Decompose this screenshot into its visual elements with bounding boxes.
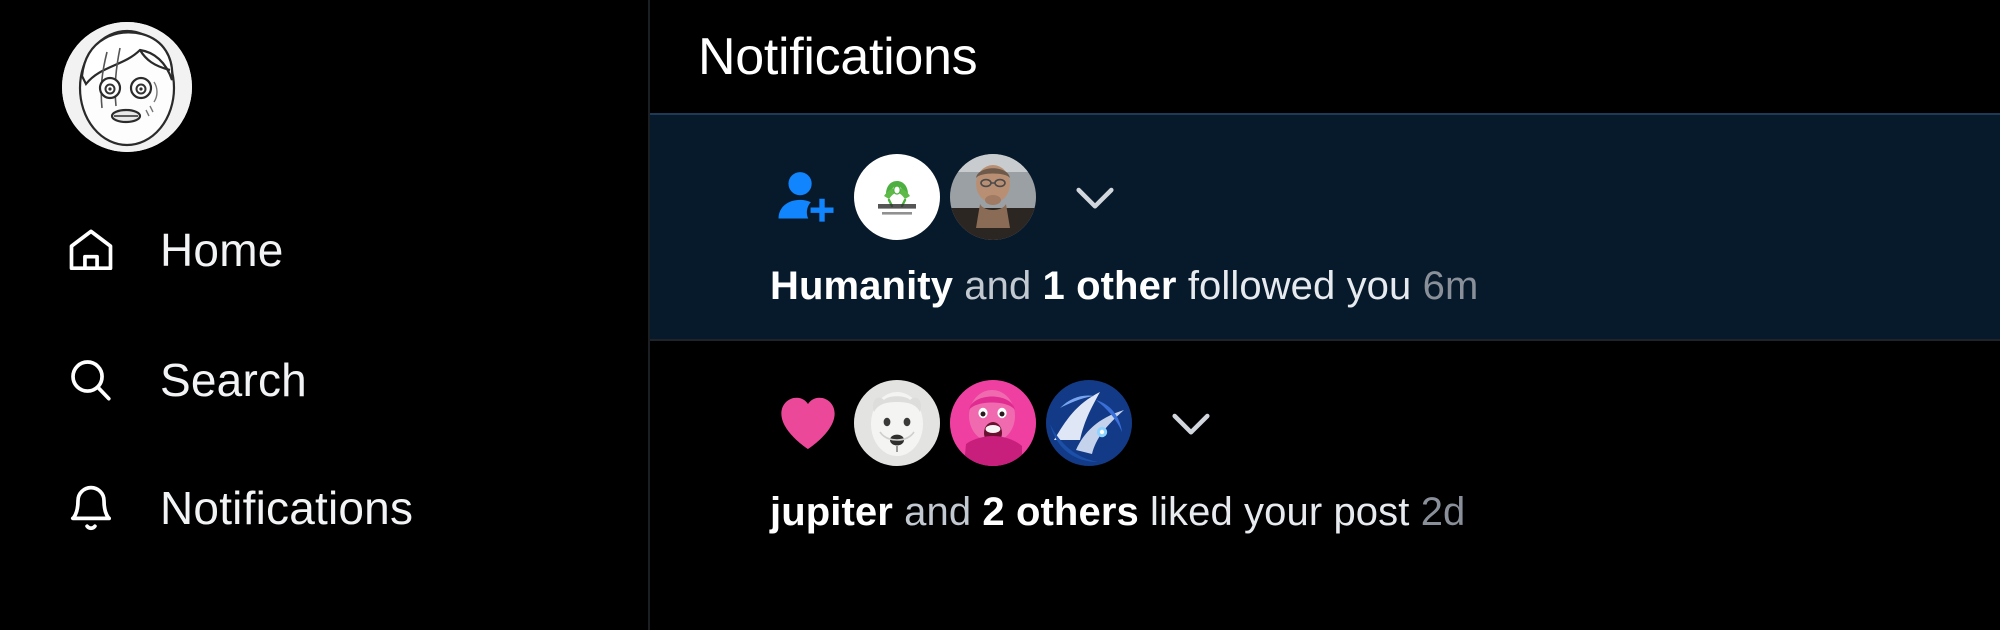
actor-avatar-second-follower[interactable] <box>950 154 1036 240</box>
bell-icon <box>62 479 120 537</box>
manga-avatar-image <box>62 22 192 152</box>
sidebar-item-home[interactable]: Home <box>62 215 284 285</box>
main-column: Notifications Humanity and 1 other follo… <box>650 0 2000 630</box>
chevron-down-icon[interactable] <box>1156 388 1226 458</box>
action-label: liked your post <box>1150 490 1410 534</box>
actor-name[interactable]: jupiter <box>770 490 893 534</box>
conjunction-label: and <box>964 264 1032 308</box>
actor-avatar-jupiter[interactable] <box>854 380 940 466</box>
actor-avatars <box>854 154 1046 240</box>
sidebar-item-notifications[interactable]: Notifications <box>62 473 413 543</box>
search-icon <box>62 351 120 409</box>
others-count[interactable]: 2 others <box>982 490 1138 534</box>
notification-icons-row <box>770 153 2000 241</box>
notification-text-like: jupiter and 2 others liked your post 2d <box>770 489 2000 535</box>
actor-name[interactable]: Humanity <box>770 264 953 308</box>
actor-avatars <box>854 380 1142 466</box>
notification-icons-row <box>770 379 2000 467</box>
actor-avatar-pink-person[interactable] <box>950 380 1036 466</box>
timestamp: 6m <box>1422 264 1479 308</box>
timestamp: 2d <box>1420 490 1466 534</box>
page-header: Notifications <box>650 0 2000 113</box>
home-icon <box>62 221 120 279</box>
sidebar-item-label-home: Home <box>160 224 284 276</box>
conjunction-label: and <box>904 490 972 534</box>
chevron-down-icon[interactable] <box>1060 162 1130 232</box>
notification-item-like[interactable]: jupiter and 2 others liked your post 2d <box>650 339 2000 565</box>
actor-avatar-blue-anime[interactable] <box>1046 380 1132 466</box>
heart-icon <box>770 385 846 461</box>
page-title: Notifications <box>698 27 978 86</box>
sidebar-item-search[interactable]: Search <box>62 345 307 415</box>
sidebar-item-label-notifications: Notifications <box>160 482 414 534</box>
others-count[interactable]: 1 other <box>1043 264 1177 308</box>
actor-avatar-humanity[interactable] <box>854 154 940 240</box>
action-label: followed you <box>1187 264 1412 308</box>
avatar[interactable] <box>62 22 192 152</box>
sidebar-item-label-search: Search <box>160 354 307 406</box>
notification-text-follow: Humanity and 1 other followed you 6m <box>770 263 2000 309</box>
sidebar: Home Search Notifications <box>0 0 650 630</box>
person-plus-icon <box>770 159 846 235</box>
notifications-screen: Home Search Notifications Notifications … <box>0 0 2000 630</box>
notification-item-follow[interactable]: Humanity and 1 other followed you 6m <box>650 113 2000 339</box>
